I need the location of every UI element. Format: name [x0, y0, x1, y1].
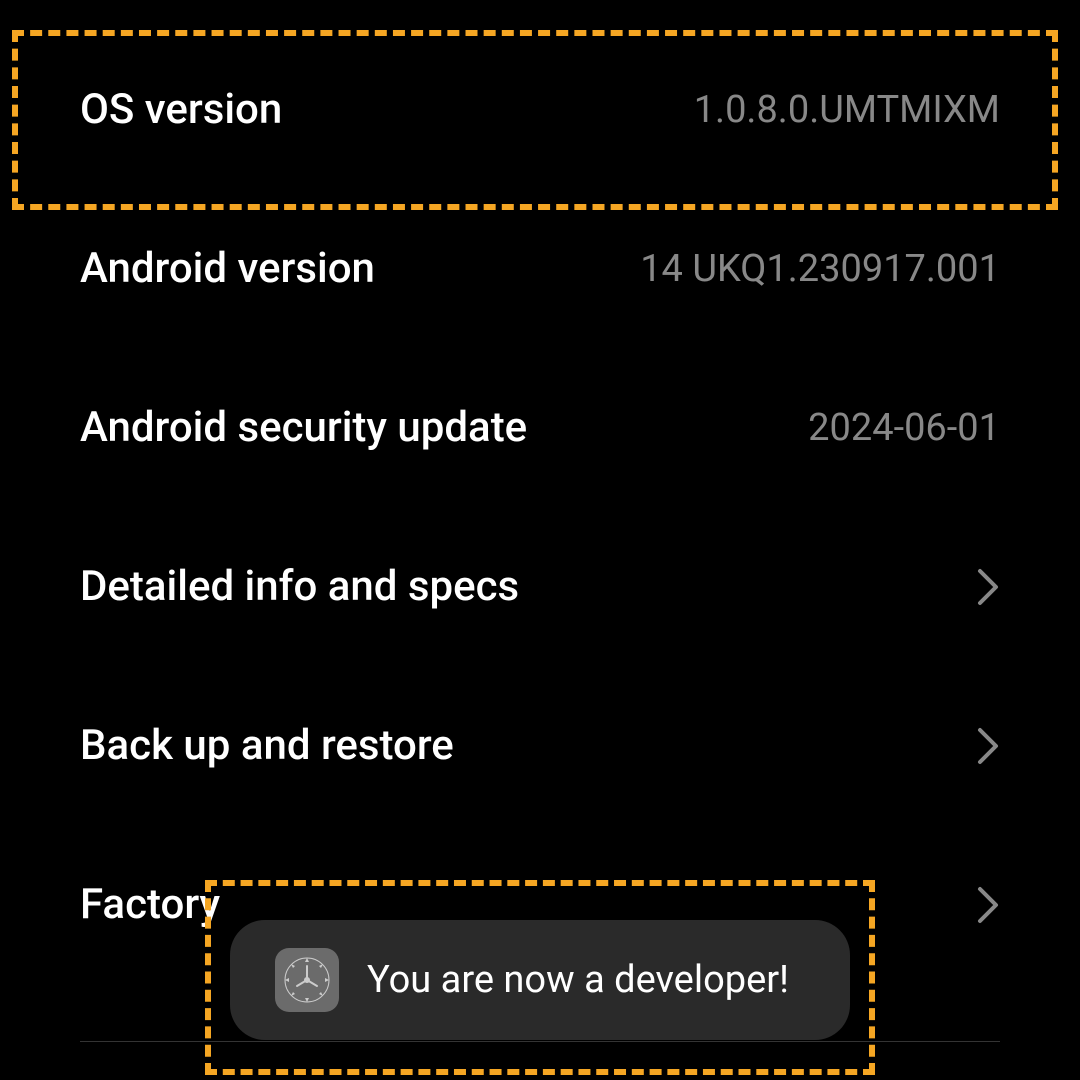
- toast-message: You are now a developer!: [367, 958, 789, 1002]
- setting-android-version[interactable]: Android version 14 UKQ1.230917.001: [0, 189, 1080, 348]
- detailed-info-right: [976, 567, 1000, 607]
- chevron-right-icon: [976, 567, 1000, 607]
- divider: [80, 1041, 1000, 1042]
- os-version-label: OS version: [80, 85, 282, 134]
- chevron-right-icon: [976, 726, 1000, 766]
- gear-icon: [275, 948, 339, 1012]
- developer-toast: You are now a developer!: [230, 920, 850, 1040]
- android-version-label: Android version: [80, 244, 375, 293]
- security-update-label: Android security update: [80, 403, 527, 452]
- backup-restore-right: [976, 726, 1000, 766]
- chevron-right-icon: [976, 885, 1000, 925]
- settings-list: OS version 1.0.8.0.UMTMIXM Android versi…: [0, 0, 1080, 984]
- factory-reset-right: [976, 885, 1000, 925]
- setting-security-update[interactable]: Android security update 2024-06-01: [0, 348, 1080, 507]
- backup-restore-label: Back up and restore: [80, 721, 454, 770]
- detailed-info-label: Detailed info and specs: [80, 562, 519, 611]
- setting-os-version[interactable]: OS version 1.0.8.0.UMTMIXM: [0, 30, 1080, 189]
- android-version-value: 14 UKQ1.230917.001: [640, 247, 1000, 291]
- security-update-value: 2024-06-01: [808, 406, 1000, 450]
- factory-reset-label: Factory: [80, 880, 220, 929]
- os-version-value: 1.0.8.0.UMTMIXM: [694, 88, 1000, 132]
- setting-detailed-info[interactable]: Detailed info and specs: [0, 507, 1080, 666]
- setting-backup-restore[interactable]: Back up and restore: [0, 666, 1080, 825]
